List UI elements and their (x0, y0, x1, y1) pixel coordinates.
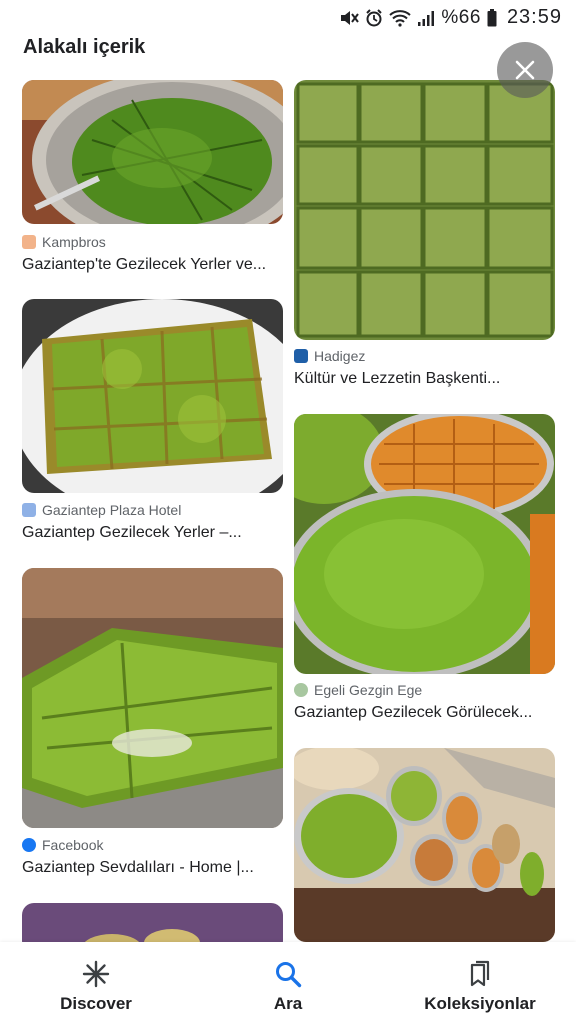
result-caption[interactable]: Gaziantep Sevdalıları - Home |... (22, 859, 283, 877)
nav-collections[interactable]: Koleksiyonlar (384, 942, 576, 1024)
result-card[interactable]: Hadigez Kültür ve Lezzetin Başkenti... (294, 80, 555, 387)
mute-icon (341, 10, 360, 25)
signal-icon (418, 10, 435, 26)
nav-discover[interactable]: Discover (0, 942, 192, 1024)
result-source: Gaziantep Plaza Hotel (22, 502, 181, 518)
bottom-navigation: Discover Ara Koleksiyonlar (0, 942, 576, 1024)
result-caption[interactable]: Kültür ve Lezzetin Başkenti... (294, 370, 555, 388)
result-image[interactable] (22, 80, 283, 224)
nav-search-label: Ara (273, 994, 303, 1013)
result-caption[interactable]: Gaziantep'te Gezilecek Yerler ve... (22, 256, 283, 274)
result-caption[interactable]: Gaziantep Gezilecek Görülecek... (294, 704, 555, 722)
source-name: Hadigez (314, 348, 366, 364)
source-name: Egeli Gezgin Ege (314, 682, 423, 698)
wifi-icon (389, 9, 412, 27)
status-time: 23:59 (506, 6, 562, 28)
result-card[interactable]: Kampbros Gaziantep'te Gezilecek Yerler v… (22, 80, 283, 273)
status-bar: %66 23:59 (0, 0, 576, 34)
result-card[interactable]: Gaziantep Plaza Hotel Gaziantep Gezilece… (22, 299, 283, 541)
result-source: Kampbros (22, 234, 106, 250)
result-card[interactable]: Facebook Gaziantep Sevdalıları - Home |.… (22, 568, 283, 876)
asterisk-icon (82, 960, 110, 988)
result-card[interactable] (294, 748, 555, 942)
facebook-icon (22, 838, 36, 852)
source-name: Facebook (42, 837, 104, 853)
source-favicon-icon (22, 503, 36, 517)
alarm-icon (366, 8, 383, 26)
source-favicon-icon (22, 235, 36, 249)
result-image[interactable] (294, 748, 555, 942)
result-card[interactable]: Egeli Gezgin Ege Gaziantep Gezilecek Gör… (294, 414, 555, 721)
close-icon (515, 60, 535, 80)
result-source: Hadigez (294, 348, 365, 364)
nav-collections-label: Koleksiyonlar (424, 994, 536, 1013)
bookmark-icon (470, 960, 490, 987)
result-image[interactable] (294, 80, 555, 340)
nav-search[interactable]: Ara (192, 942, 384, 1024)
source-favicon-icon (294, 683, 308, 697)
result-image[interactable] (22, 568, 283, 828)
close-button[interactable] (497, 42, 553, 98)
search-icon (276, 962, 302, 988)
status-icons: %66 23:59 (339, 6, 562, 29)
section-title: Alakalı içerik (23, 36, 146, 58)
result-image[interactable] (22, 299, 283, 493)
nav-discover-label: Discover (60, 994, 132, 1013)
source-name: Gaziantep Plaza Hotel (42, 502, 182, 518)
source-favicon-icon (294, 349, 308, 363)
result-source: Facebook (22, 837, 103, 853)
source-name: Kampbros (42, 234, 106, 250)
result-image[interactable] (294, 414, 555, 674)
result-caption[interactable]: Gaziantep Gezilecek Yerler –... (22, 524, 283, 542)
battery-percent: %66 (441, 6, 481, 28)
battery-icon (487, 8, 497, 26)
result-source: Egeli Gezgin Ege (294, 682, 422, 698)
